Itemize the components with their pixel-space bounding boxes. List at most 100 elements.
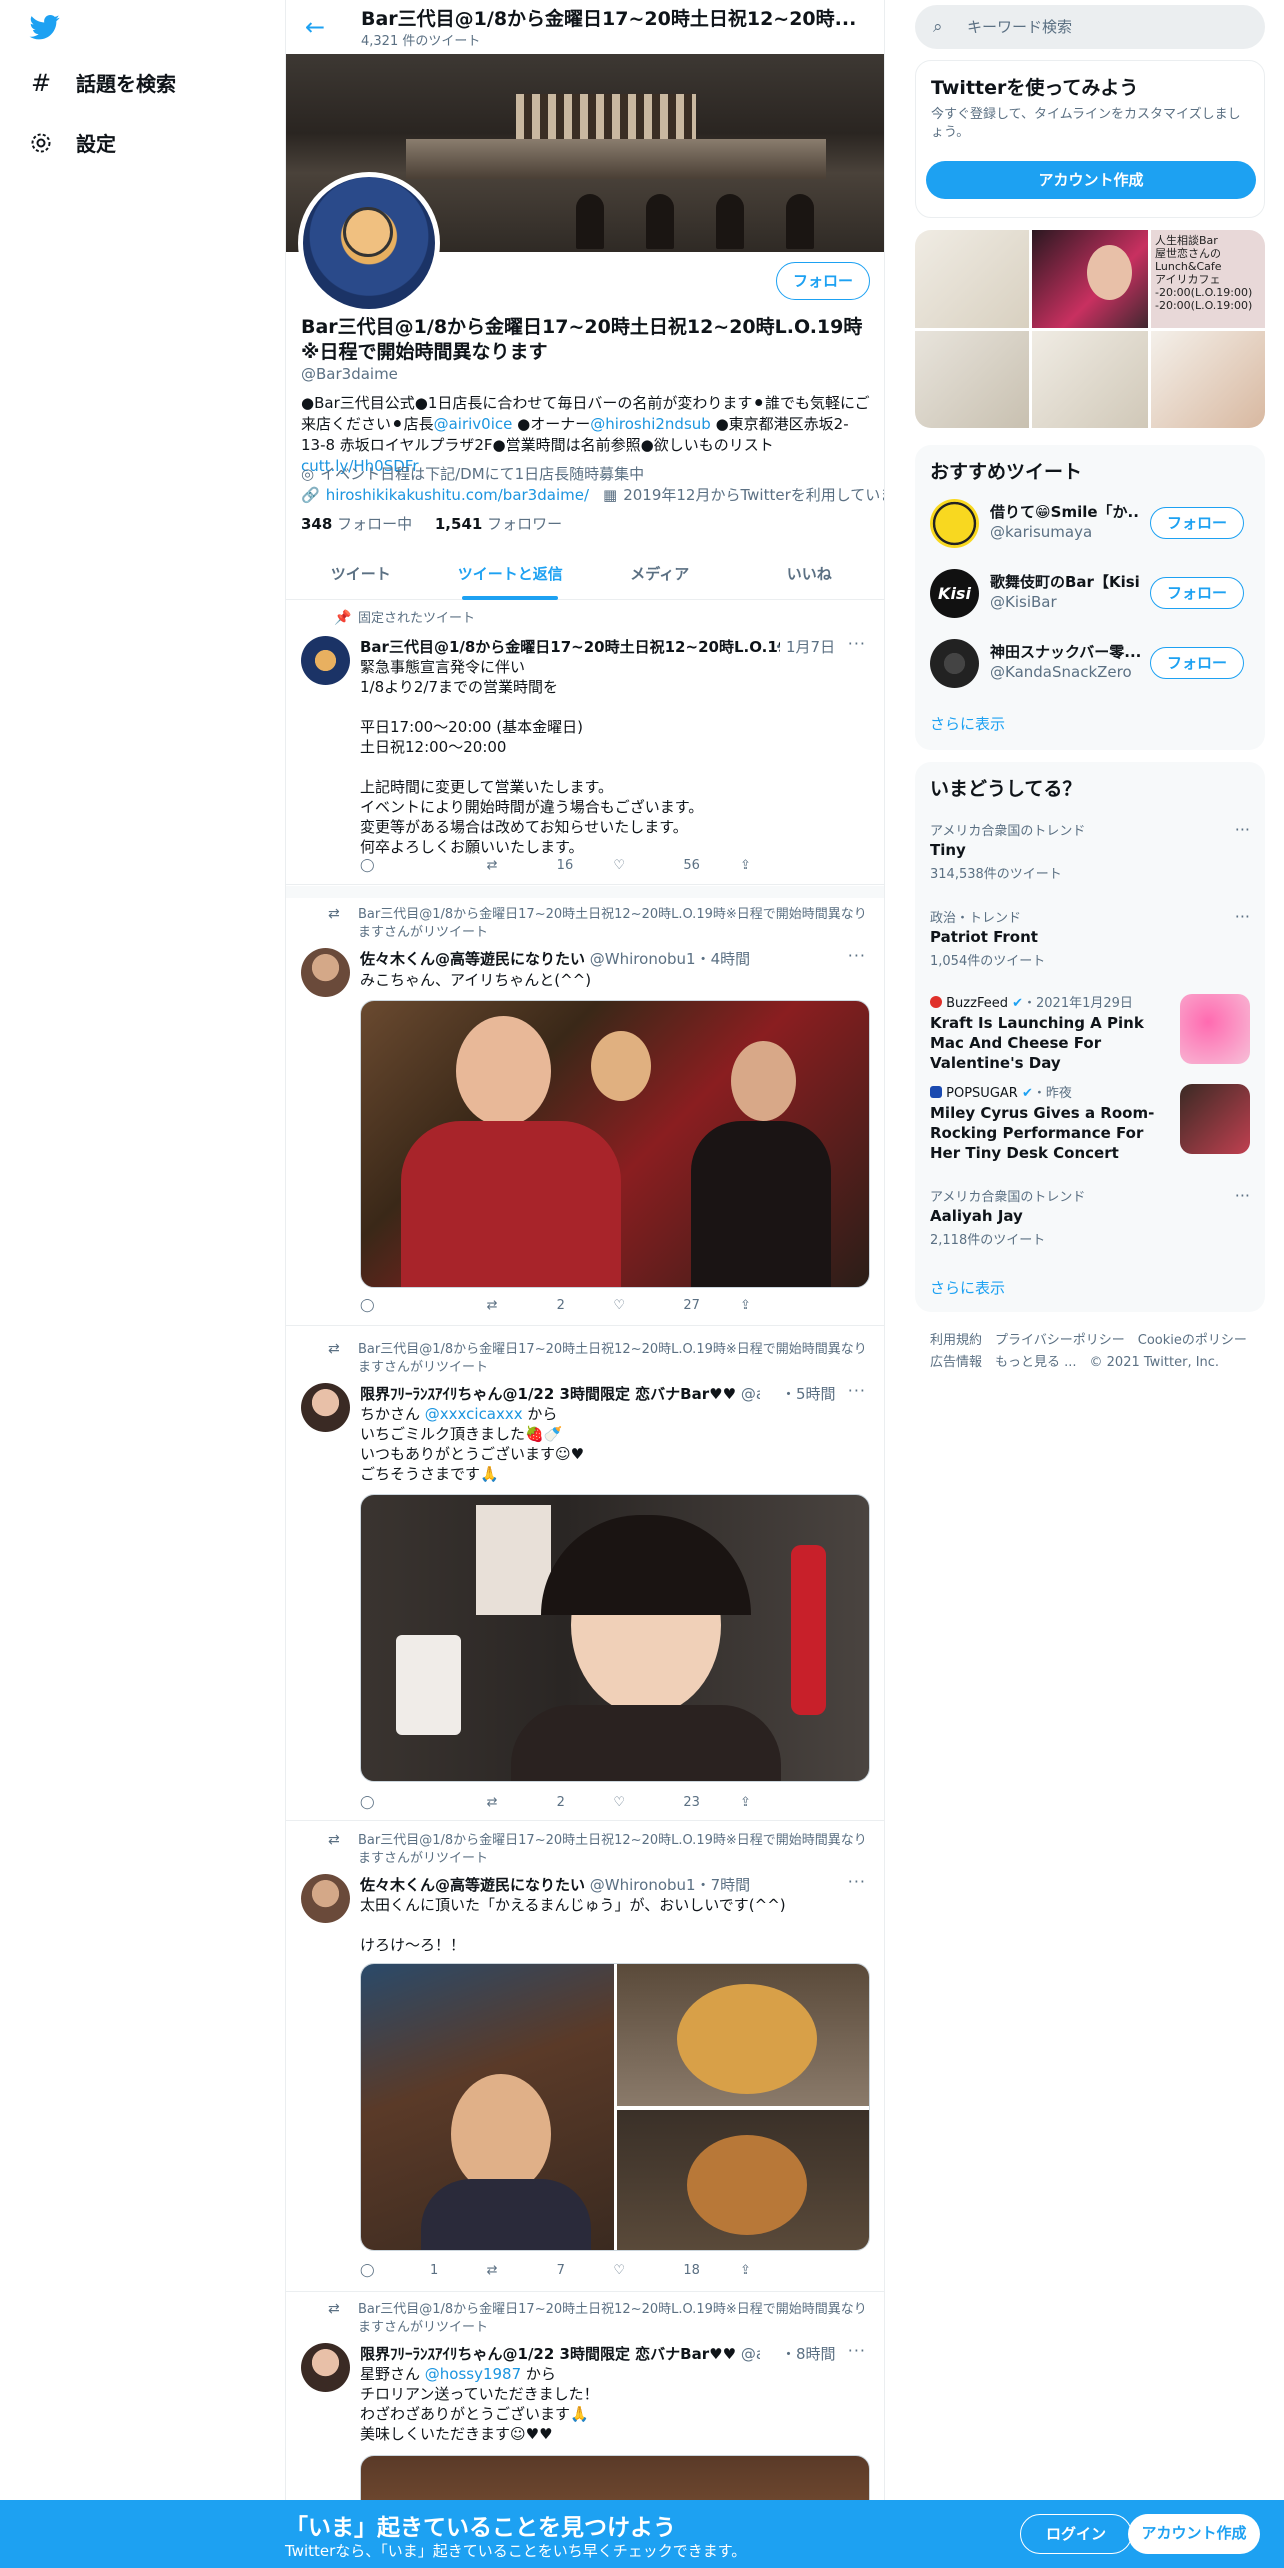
trends-show-more-link[interactable]: さらに表示 [930, 1277, 1005, 1298]
media-thumbnail[interactable] [915, 230, 1029, 328]
tweet-avatar[interactable] [301, 1383, 350, 1432]
retweet-button[interactable]: ⇄ 2 [487, 1795, 614, 1810]
hashtag-icon: # [30, 68, 52, 97]
tweet-time[interactable]: ・1月7日 [771, 636, 851, 657]
media-thumbnail[interactable]: 人生相談Bar 屋世恋さんの Lunch&Cafe アイリカフェ -20:00(… [1151, 230, 1265, 328]
media-thumbnail[interactable] [1032, 331, 1148, 428]
mention-link[interactable]: @xxxcicaxxx [425, 1405, 523, 1423]
retweet-button[interactable]: ⇄ 2 [487, 1298, 614, 1313]
user-name[interactable]: 歌舞伎町のBar【Kisi... [990, 571, 1140, 592]
trend-item[interactable]: アメリカ合衆国のトレンド Aaliyah Jay 2,118件のツイート ··· [930, 1186, 1250, 1248]
share-button[interactable]: ⇪ [740, 2263, 800, 2278]
login-button[interactable]: ログイン [1020, 2514, 1132, 2554]
follow-button[interactable]: フォロー [776, 262, 870, 300]
user-name[interactable]: 借りて😁Smile「か... [990, 501, 1140, 522]
more-options-icon[interactable]: ··· [848, 946, 866, 965]
tweet-photo[interactable] [360, 1000, 870, 1288]
follow-button[interactable]: フォロー [1150, 647, 1244, 679]
tweet-avatar[interactable] [301, 636, 350, 685]
nav-explore[interactable]: # 話題を検索 [28, 68, 176, 97]
more-options-icon[interactable]: ··· [1235, 1186, 1250, 1205]
news-thumbnail[interactable] [1180, 1084, 1250, 1154]
media-thumbnail[interactable] [1032, 230, 1148, 328]
follow-button[interactable]: フォロー [1150, 577, 1244, 609]
who-to-follow-item[interactable]: 借りて😁Smile「か... @karisumaya フォロー [930, 493, 1250, 553]
reply-button[interactable]: ◯ 1 [360, 2263, 487, 2278]
tweet-avatar[interactable] [301, 1874, 350, 1923]
tweet-avatar[interactable] [301, 2343, 350, 2392]
like-button[interactable]: ♡ 56 [613, 858, 740, 873]
news-item[interactable]: BuzzFeed ✔・2021年1月29日 Kraft Is Launching… [930, 992, 1250, 1073]
trend-item[interactable]: アメリカ合衆国のトレンド Tiny 314,538件のツイート ··· [930, 820, 1250, 882]
show-more-link[interactable]: さらに表示 [930, 713, 1005, 734]
footer-links[interactable]: 利用規約 プライバシーポリシー Cookieのポリシー 広告情報 もっと見る .… [930, 1330, 1260, 1374]
tweet-photo[interactable] [617, 1964, 869, 2106]
share-button[interactable]: ⇪ [740, 858, 800, 873]
who-to-follow-item[interactable]: Kisi 歌舞伎町のBar【Kisi... @KisiBar フォロー [930, 563, 1250, 623]
tab-likes[interactable]: いいね [735, 550, 885, 599]
tweet-pinned[interactable]: 📌 固定されたツイート Bar三代目@1/8から金曜日17~20時土日祝12~2… [286, 600, 884, 885]
tweet-author-name[interactable]: Bar三代目@1/8から金曜日17~20時土日祝12~20時L.O.19時... [360, 638, 780, 656]
followers-link[interactable]: 1,541 フォロワー [435, 515, 562, 533]
share-button[interactable]: ⇪ [740, 1795, 800, 1810]
tab-tweets-and-replies[interactable]: ツイートと返信 [436, 550, 586, 600]
retweet-button[interactable]: ⇄ 16 [487, 858, 614, 873]
tweet-item[interactable]: ⇄ Bar三代目@1/8から金曜日17~20時土日祝12~20時L.O.19時※… [286, 898, 884, 1326]
bio-mention-link[interactable]: @hiroshi2ndsub [590, 415, 711, 433]
bottom-signup-button[interactable]: アカウント作成 [1128, 2514, 1260, 2554]
more-options-icon[interactable]: ··· [848, 634, 866, 653]
tweet-time[interactable]: ・8時間 [781, 2343, 851, 2364]
news-item[interactable]: POPSUGAR ✔・昨夜 Miley Cyrus Gives a Room-R… [930, 1082, 1250, 1163]
user-avatar[interactable] [930, 639, 979, 688]
media-grid[interactable]: 人生相談Bar 屋世恋さんの Lunch&Cafe アイリカフェ -20:00(… [915, 230, 1265, 428]
tweet-author-name[interactable]: 限界ﾌﾘｰﾗﾝｽｱｲﾘちゃん@1/22 3時間限定 恋バナBar♥♥ [360, 2345, 736, 2363]
nav-settings[interactable]: 設定 [28, 128, 116, 157]
follow-button[interactable]: フォロー [1150, 507, 1244, 539]
tweet-item[interactable]: ⇄ Bar三代目@1/8から金曜日17~20時土日祝12~20時L.O.19時※… [286, 1822, 884, 2292]
user-handle: @KisiBar [990, 593, 1057, 611]
more-options-icon[interactable]: ··· [848, 2341, 866, 2360]
profile-website-link[interactable]: hiroshikikakushitu.com/bar3daime/ [326, 486, 589, 504]
tweet-item[interactable]: ⇄ Bar三代目@1/8から金曜日17~20時土日祝12~20時L.O.19時※… [286, 1327, 884, 1821]
reply-button[interactable]: ◯ [360, 1298, 487, 1313]
like-button[interactable]: ♡ 18 [613, 2263, 740, 2278]
tab-media[interactable]: メディア [585, 550, 735, 599]
reply-button[interactable]: ◯ [360, 1795, 487, 1810]
more-options-icon[interactable]: ··· [848, 1872, 866, 1891]
who-to-follow-item[interactable]: 神田スナックバー零... @KandaSnackZero フォロー [930, 633, 1250, 693]
retweet-button[interactable]: ⇄ 7 [487, 2263, 614, 2278]
tweet-photo[interactable] [617, 2110, 869, 2250]
create-account-button[interactable]: アカウント作成 [926, 161, 1256, 199]
tweet-photo[interactable] [360, 1494, 870, 1782]
user-name[interactable]: 神田スナックバー零... [990, 641, 1140, 662]
tweet-avatar[interactable] [301, 948, 350, 997]
user-avatar[interactable] [930, 499, 979, 548]
more-options-icon[interactable]: ··· [1235, 907, 1250, 926]
reply-button[interactable]: ◯ [360, 858, 487, 873]
more-options-icon[interactable]: ··· [848, 1381, 866, 1400]
tweet-author-name[interactable]: 限界ﾌﾘｰﾗﾝｽｱｲﾘちゃん@1/22 3時間限定 恋バナBar♥♥ [360, 1385, 736, 1403]
tweet-author-name[interactable]: 佐々木くん@高等遊民になりたい [360, 1876, 585, 1894]
search-input[interactable]: ⌕ キーワード検索 [915, 5, 1265, 49]
back-arrow-icon[interactable]: ← [300, 12, 330, 42]
more-options-icon[interactable]: ··· [1235, 820, 1250, 839]
like-button[interactable]: ♡ 27 [613, 1298, 740, 1313]
media-thumbnail[interactable] [915, 331, 1029, 428]
trend-item[interactable]: 政治・トレンド Patriot Front 1,054件のツイート ··· [930, 907, 1250, 969]
profile-avatar[interactable] [298, 172, 440, 314]
following-link[interactable]: 348 フォロー中 [301, 515, 412, 533]
news-thumbnail[interactable] [1180, 994, 1250, 1064]
tweet-time[interactable]: ・5時間 [781, 1383, 851, 1404]
tweet-photo[interactable] [361, 1964, 614, 2250]
share-button[interactable]: ⇪ [740, 1298, 800, 1313]
user-avatar[interactable]: Kisi [930, 569, 979, 618]
twitter-logo-icon[interactable] [28, 12, 62, 42]
mention-link[interactable]: @hossy1987 [425, 2365, 521, 2383]
tweet-photo-grid[interactable] [360, 1963, 870, 2251]
tweet-author-name[interactable]: 佐々木くん@高等遊民になりたい [360, 950, 585, 968]
tab-tweets[interactable]: ツイート [286, 550, 436, 599]
bio-mention-link[interactable]: @airiv0ice [434, 415, 513, 433]
media-thumbnail[interactable] [1151, 331, 1265, 428]
share-icon: ⇪ [740, 2263, 751, 2278]
like-button[interactable]: ♡ 23 [613, 1795, 740, 1810]
